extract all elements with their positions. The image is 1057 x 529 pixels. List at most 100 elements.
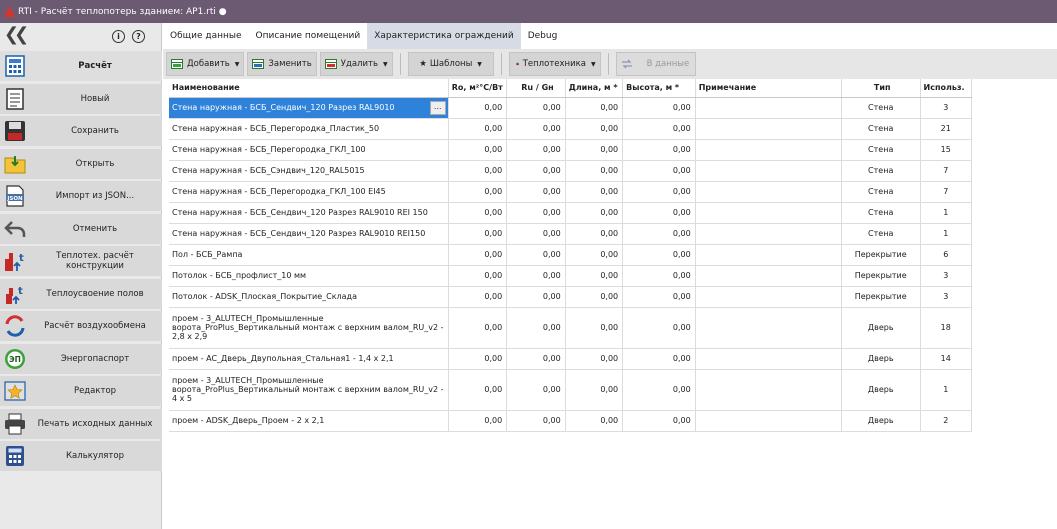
table-row[interactable]: проем - AC_Дверь_Двупольная_Стальная1 - … xyxy=(169,348,973,370)
cell-name[interactable]: Стена наружная - БСБ_Перегородка_Пластик… xyxy=(169,118,449,140)
cell-length[interactable]: 0,00 xyxy=(565,118,624,140)
cell-name[interactable]: проем - 3_ALUTECH_Промышленные ворота_Pr… xyxy=(169,369,449,411)
cell-note[interactable] xyxy=(695,244,842,266)
cell-ru[interactable]: 0,00 xyxy=(506,223,566,245)
cell-name[interactable]: Стена наружная - БСБ_Сендвич_120 Разрез … xyxy=(169,97,449,119)
cell-note[interactable] xyxy=(695,160,842,182)
table-row[interactable]: Стена наружная - БСБ_Сендвич_120 Разрез … xyxy=(169,223,973,245)
cell-length[interactable]: 0,00 xyxy=(565,139,624,161)
table-row[interactable]: Стена наружная - БСБ_Перегородка_ГКЛ_100… xyxy=(169,181,973,203)
cell-height[interactable]: 0,00 xyxy=(622,139,696,161)
cell-type[interactable]: Стена xyxy=(841,139,921,161)
sidebar-item-11[interactable]: Печать исходных данных xyxy=(0,408,162,439)
cell-height[interactable]: 0,00 xyxy=(622,307,696,349)
cell-usage[interactable]: 7 xyxy=(920,181,973,203)
cell-note[interactable] xyxy=(695,369,842,411)
cell-ro[interactable]: 0,00 xyxy=(448,202,508,224)
cell-height[interactable]: 0,00 xyxy=(622,223,696,245)
cell-usage[interactable]: 7 xyxy=(920,160,973,182)
sidebar-item-8[interactable]: Расчёт воздухообмена xyxy=(0,311,162,341)
cell-ru[interactable]: 0,00 xyxy=(506,410,566,432)
cell-ro[interactable]: 0,00 xyxy=(448,160,508,182)
column-header-ru[interactable]: Ru / Gн xyxy=(506,79,566,98)
table-row[interactable]: Стена наружная - БСБ_Перегородка_ГКЛ_100… xyxy=(169,139,973,161)
cell-ru[interactable]: 0,00 xyxy=(506,139,566,161)
cell-ro[interactable]: 0,00 xyxy=(448,97,508,119)
cell-length[interactable]: 0,00 xyxy=(565,223,624,245)
delete-button[interactable]: Удалить ▼ xyxy=(319,52,393,76)
cell-ro[interactable]: 0,00 xyxy=(448,410,508,432)
cell-ru[interactable]: 0,00 xyxy=(506,202,566,224)
cell-height[interactable]: 0,00 xyxy=(622,118,696,140)
column-header-length[interactable]: Длина, м * xyxy=(565,79,624,98)
cell-ro[interactable]: 0,00 xyxy=(448,265,508,287)
column-header-name[interactable]: Наименование xyxy=(169,79,449,98)
cell-length[interactable]: 0,00 xyxy=(565,410,624,432)
table-row[interactable]: Стена наружная - БСБ_Сэндвич_120_RAL5015… xyxy=(169,160,973,182)
info-icon[interactable]: i xyxy=(112,30,125,43)
cell-type[interactable]: Стена xyxy=(841,181,921,203)
cell-note[interactable] xyxy=(695,265,842,287)
cell-usage[interactable]: 3 xyxy=(920,97,973,119)
cell-type[interactable]: Перекрытие xyxy=(841,265,921,287)
cell-note[interactable] xyxy=(695,97,842,119)
cell-length[interactable]: 0,00 xyxy=(565,369,624,411)
cell-type[interactable]: Стена xyxy=(841,202,921,224)
table-row[interactable]: Потолок - ADSK_Плоская_Покрытие_Склада 0,… xyxy=(169,286,973,308)
cell-ro[interactable]: 0,00 xyxy=(448,118,508,140)
column-header-height[interactable]: Высота, м * xyxy=(622,79,696,98)
cell-usage[interactable]: 1 xyxy=(920,369,973,411)
cell-type[interactable]: Стена xyxy=(841,97,921,119)
cell-note[interactable] xyxy=(695,202,842,224)
table-row[interactable]: проем - 3_ALUTECH_Промышленные ворота_Pr… xyxy=(169,369,973,411)
column-header-usage[interactable]: Использ. xyxy=(920,79,973,98)
cell-ru[interactable]: 0,00 xyxy=(506,160,566,182)
cell-ru[interactable]: 0,00 xyxy=(506,118,566,140)
cell-height[interactable]: 0,00 xyxy=(622,181,696,203)
table-row[interactable]: Пол - БСБ_Рампа 0,00 0,00 0,00 0,00 Перекрыти… xyxy=(169,244,973,266)
cell-ru[interactable]: 0,00 xyxy=(506,244,566,266)
sidebar-item-2[interactable]: Сохранить xyxy=(0,116,162,146)
cell-ru[interactable]: 0,00 xyxy=(506,265,566,287)
cell-ru[interactable]: 0,00 xyxy=(506,307,566,349)
sidebar-item-9[interactable]: ЭП Энергопаспорт xyxy=(0,343,162,374)
cell-note[interactable] xyxy=(695,223,842,245)
cell-height[interactable]: 0,00 xyxy=(622,369,696,411)
cell-name[interactable]: Стена наружная - БСБ_Сендвич_120 Разрез … xyxy=(169,202,449,224)
cell-length[interactable]: 0,00 xyxy=(565,244,624,266)
cell-usage[interactable]: 15 xyxy=(920,139,973,161)
cell-usage[interactable]: 3 xyxy=(920,265,973,287)
cell-ru[interactable]: 0,00 xyxy=(506,286,566,308)
cell-type[interactable]: Перекрытие xyxy=(841,244,921,266)
cell-ro[interactable]: 0,00 xyxy=(448,286,508,308)
to-data-button[interactable]: В данные xyxy=(615,52,696,76)
cell-usage[interactable]: 21 xyxy=(920,118,973,140)
cell-length[interactable]: 0,00 xyxy=(565,307,624,349)
sidebar-item-10[interactable]: Редактор xyxy=(0,376,162,406)
cell-name[interactable]: Стена наружная - БСБ_Перегородка_ГКЛ_100 xyxy=(169,139,449,161)
cell-note[interactable] xyxy=(695,286,842,308)
tab-rooms[interactable]: Описание помещений xyxy=(249,23,368,49)
cell-usage[interactable]: 2 xyxy=(920,410,973,432)
sidebar-item-12[interactable]: Калькулятор xyxy=(0,441,162,471)
cell-height[interactable]: 0,00 xyxy=(622,348,696,370)
column-header-note[interactable]: Примечание xyxy=(695,79,842,98)
cell-length[interactable]: 0,00 xyxy=(565,181,624,203)
cell-usage[interactable]: 1 xyxy=(920,223,973,245)
table-row[interactable]: Стена наружная - БСБ_Сендвич_120 Разрез … xyxy=(169,97,973,119)
cell-note[interactable] xyxy=(695,118,842,140)
column-header-ro[interactable]: Ro, м²°С/Вт xyxy=(448,79,508,98)
cell-type[interactable]: Дверь xyxy=(841,348,921,370)
cell-note[interactable] xyxy=(695,410,842,432)
cell-note[interactable] xyxy=(695,139,842,161)
cell-ru[interactable]: 0,00 xyxy=(506,348,566,370)
cell-type[interactable]: Дверь xyxy=(841,307,921,349)
cell-name[interactable]: Потолок - ADSK_Плоская_Покрытие_Склада xyxy=(169,286,449,308)
cell-length[interactable]: 0,00 xyxy=(565,265,624,287)
sidebar-item-4[interactable]: JSON Импорт из JSON... xyxy=(0,181,162,211)
cell-type[interactable]: Стена xyxy=(841,118,921,140)
cell-note[interactable] xyxy=(695,307,842,349)
cell-length[interactable]: 0,00 xyxy=(565,202,624,224)
sidebar-item-7[interactable]: t Теплоусвоение полов xyxy=(0,278,162,309)
thermal-button[interactable]: Теплотехника ▼ xyxy=(508,52,601,76)
